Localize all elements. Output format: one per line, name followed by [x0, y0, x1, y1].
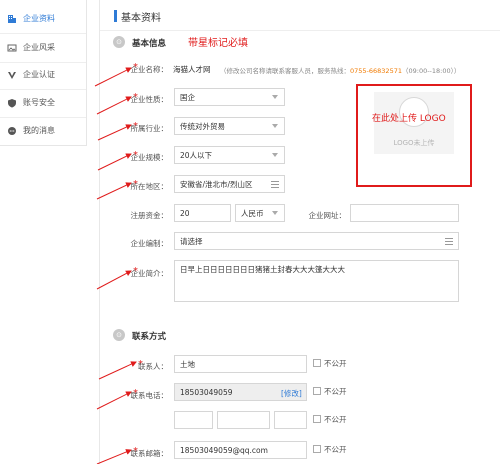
arrow-intro [96, 270, 132, 290]
arrow-region [96, 182, 132, 200]
arrow-contact-phone [96, 391, 132, 410]
arrow-scale [97, 153, 132, 171]
arrow-company-name [94, 67, 132, 87]
arrow-industry [97, 124, 132, 141]
arrow-nature [96, 96, 132, 115]
arrow-email [96, 449, 132, 464]
arrow-contact-person [98, 361, 137, 380]
annotation-arrows [94, 67, 137, 464]
